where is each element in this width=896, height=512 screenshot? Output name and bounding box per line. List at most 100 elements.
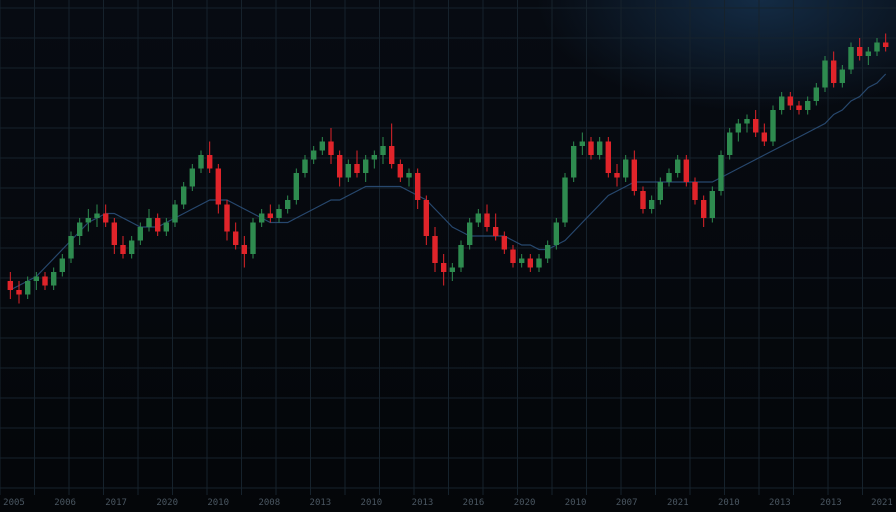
candle-body-down: [267, 213, 273, 218]
candle-body-up: [874, 42, 880, 52]
candle-body-up: [311, 150, 317, 160]
candle-body-up: [302, 159, 308, 173]
candle-body-down: [7, 281, 13, 290]
x-tick-label: 2010: [565, 498, 587, 508]
candle-body-up: [865, 51, 871, 56]
candle-body-up: [380, 146, 386, 155]
candle-body-up: [458, 245, 464, 268]
candle-body-up: [285, 200, 291, 209]
x-tick-label: 2010: [718, 498, 740, 508]
candle-body-up: [33, 276, 39, 281]
candle-body-up: [666, 173, 672, 182]
candle-body-up: [779, 96, 785, 110]
candle-body-down: [631, 159, 637, 191]
candle-body-up: [449, 267, 455, 272]
candle-body-down: [501, 236, 507, 250]
candle-body-up: [363, 159, 369, 173]
x-tick-label: 2010: [361, 498, 383, 508]
candle-body-down: [328, 141, 334, 155]
candlestick-chart: 2005 2006 2017 2020 2010 2008 2013 2010 2013 2016…: [0, 0, 896, 512]
candle-body-down: [527, 258, 533, 268]
x-tick-label: 2021: [871, 498, 893, 508]
candle-body-up: [129, 240, 135, 254]
x-tick-label: 2021: [667, 498, 689, 508]
candle-body-up: [59, 258, 65, 272]
x-tick-label: 2013: [820, 498, 842, 508]
candle-body-up: [77, 222, 83, 236]
candle-body-down: [120, 245, 126, 254]
candle-body-down: [42, 276, 48, 286]
candle-body-up: [137, 227, 143, 241]
candle-body-up: [85, 218, 91, 223]
candle-body-up: [770, 110, 776, 142]
candle-body-down: [787, 96, 793, 106]
x-tick-label: 2010: [207, 498, 229, 508]
candle-body-up: [163, 222, 169, 232]
candle-body-up: [467, 222, 473, 245]
candle-body-up: [545, 245, 551, 259]
candle-body-down: [397, 164, 403, 178]
x-tick-label: 2013: [412, 498, 434, 508]
candle-body-up: [198, 155, 204, 169]
candle-body-up: [571, 146, 577, 178]
candle-body-down: [701, 200, 707, 218]
x-tick-label: 2017: [105, 498, 127, 508]
candle-body-down: [441, 263, 447, 272]
candle-body-down: [354, 164, 360, 173]
candle-body-down: [588, 141, 594, 155]
candle-body-up: [172, 204, 178, 223]
candle-body-up: [345, 164, 351, 178]
candle-body-down: [605, 141, 611, 173]
candle-body-up: [51, 272, 57, 286]
candle-body-up: [536, 258, 542, 268]
candle-body-up: [519, 258, 525, 263]
x-tick-label: 2013: [310, 498, 332, 508]
candle-body-up: [276, 209, 282, 218]
x-tick-label: 2020: [156, 498, 178, 508]
candle-body-up: [293, 173, 299, 200]
candle-body-up: [319, 141, 325, 151]
x-tick-label: 2008: [258, 498, 280, 508]
candle-body-up: [597, 141, 603, 155]
candle-body-up: [25, 281, 31, 295]
candle-body-up: [189, 168, 195, 187]
candle-body-up: [146, 218, 152, 227]
candle-body-up: [553, 222, 559, 245]
candle-body-down: [883, 42, 889, 47]
candle-body-up: [623, 159, 629, 178]
candle-body-down: [224, 204, 230, 232]
candle-body-down: [640, 191, 646, 209]
candle-body-down: [215, 168, 221, 205]
candle-body-up: [822, 60, 828, 88]
candle-body-up: [371, 155, 377, 160]
candle-body-down: [16, 290, 22, 295]
candle-body-up: [744, 119, 750, 124]
x-tick-labels: 2005 2006 2017 2020 2010 2008 2013 2010 2013 2016…: [3, 498, 893, 508]
candle-body-up: [68, 236, 74, 259]
candle-body-up: [709, 191, 715, 218]
candle-body-up: [259, 213, 265, 223]
candle-body-down: [857, 47, 863, 56]
candle-body-down: [241, 245, 247, 254]
candle-body-up: [657, 182, 663, 200]
candle-body-down: [614, 173, 620, 178]
candle-body-down: [207, 155, 213, 169]
candle-body-down: [493, 227, 499, 236]
candle-body-down: [510, 249, 516, 263]
candle-body-up: [406, 173, 412, 178]
candle-body-down: [831, 60, 837, 83]
candle-body-up: [250, 222, 256, 254]
candle-body-up: [727, 132, 733, 155]
candle-body-down: [683, 159, 689, 182]
candle-body-down: [233, 231, 239, 245]
candle-body-up: [562, 177, 568, 223]
chart-canvas: 2005 2006 2017 2020 2010 2008 2013 2010 2013 2016…: [0, 0, 896, 508]
candle-body-down: [415, 173, 421, 200]
candle-body-up: [735, 123, 741, 133]
candle-body-up: [181, 186, 187, 205]
candle-body-down: [389, 146, 395, 164]
candle-body-up: [649, 200, 655, 209]
candle-body-down: [484, 213, 490, 227]
x-tick-label: 2006: [54, 498, 76, 508]
x-tick-label: 2013: [769, 498, 791, 508]
